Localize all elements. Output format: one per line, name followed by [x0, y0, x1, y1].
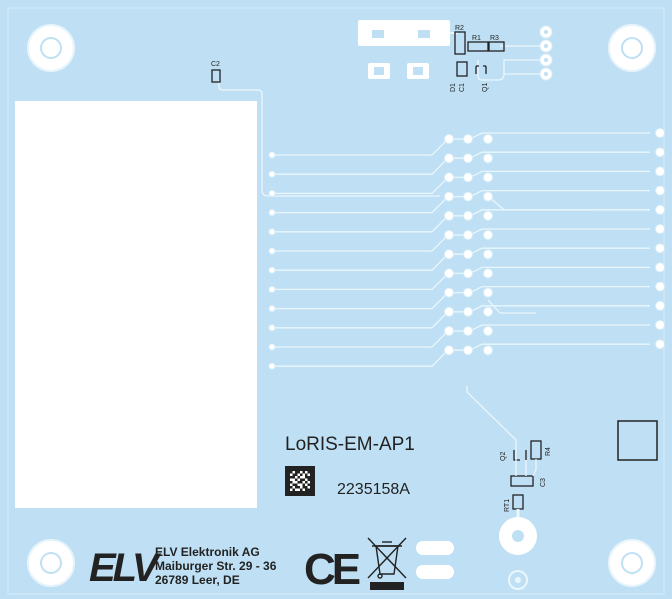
via-pad [463, 172, 473, 183]
via-pad [483, 306, 493, 317]
via-pad [444, 172, 454, 183]
via-pad [463, 210, 473, 221]
bottom-pad-2 [416, 565, 454, 579]
elv-logo: ELV [89, 546, 162, 590]
via-pad [268, 266, 276, 274]
via-pad [444, 191, 454, 202]
label-rt1: RT1 [504, 499, 511, 512]
via-pad [463, 306, 473, 317]
via-pad [444, 153, 454, 164]
via-pad [268, 151, 276, 159]
via-pad [268, 343, 276, 351]
label-r4: R4 [545, 447, 552, 456]
via-pad [444, 230, 454, 240]
via-pad [463, 345, 473, 356]
label-q2: Q2 [500, 452, 507, 461]
via-pad [444, 306, 454, 317]
via-pad [444, 134, 454, 144]
via-pad [444, 345, 454, 356]
via-pad [655, 281, 665, 292]
via-pad [483, 210, 493, 221]
via-pad [463, 134, 473, 144]
via-pad [655, 300, 665, 311]
via-pad [268, 324, 276, 332]
via-pad [483, 249, 493, 260]
via-pad [463, 191, 473, 202]
via-pad [483, 287, 493, 298]
via-pad [463, 230, 473, 240]
label-r3: R3 [490, 35, 499, 42]
via-pad [655, 204, 665, 215]
via-pad [483, 191, 493, 202]
via-pad [444, 326, 454, 336]
via-pad [463, 249, 473, 260]
via-pad [655, 128, 665, 138]
via-pad [483, 326, 493, 336]
via-pad [655, 166, 665, 177]
via-pad [483, 268, 493, 279]
via-pad [463, 287, 473, 298]
label-r1: R1 [472, 35, 481, 42]
product-name: LoRIS-EM-AP1 [285, 434, 415, 455]
label-c3: C3 [540, 478, 547, 487]
ce-mark: CE [304, 545, 360, 594]
company-name: ELV Elektronik AG [155, 545, 260, 559]
label-d1: D1 [450, 83, 457, 92]
via-pad [268, 189, 276, 197]
via-pad [463, 153, 473, 164]
via-pad [655, 243, 665, 254]
via-pad [268, 285, 276, 293]
via-pad [268, 209, 276, 217]
via-pad [268, 170, 276, 178]
via-pad [655, 224, 665, 234]
via-pad [444, 249, 454, 260]
via-pad [655, 262, 665, 273]
via-pad [444, 287, 454, 298]
module-footprint [15, 101, 257, 508]
via-pad [268, 228, 276, 236]
via-pad [268, 362, 276, 370]
via-pad [483, 134, 493, 144]
via-pad [655, 185, 665, 196]
via-pad [463, 268, 473, 279]
via-pad [268, 247, 276, 255]
pcb-layout: LoRIS-EM-AP1 2235158A ELV ELV Elektronik… [0, 0, 672, 599]
label-q1: Q1 [482, 83, 489, 92]
via-pad [483, 153, 493, 164]
company-city: 26789 Leer, DE [155, 573, 240, 587]
via-pad [268, 305, 276, 313]
via-pad [463, 326, 473, 336]
via-pad [483, 345, 493, 356]
label-c1: C1 [459, 83, 466, 92]
label-c2: C2 [211, 61, 220, 68]
via-pad [444, 210, 454, 221]
via-pad [655, 339, 665, 350]
via-pad [655, 320, 665, 330]
via-pad [444, 268, 454, 279]
company-street: Maiburger Str. 29 - 36 [155, 559, 277, 573]
via-pad [655, 147, 665, 158]
via-pad [483, 230, 493, 240]
label-r2: R2 [455, 25, 464, 32]
bottom-pad-1 [416, 541, 454, 555]
serial-number: 2235158A [337, 481, 410, 498]
datamatrix-code-icon [285, 466, 315, 496]
via-pad [483, 172, 493, 183]
